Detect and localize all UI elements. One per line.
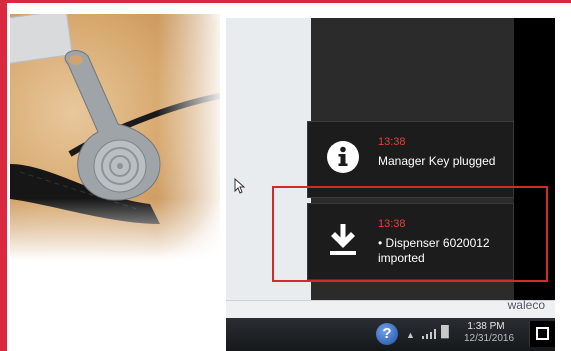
highlight-box — [272, 186, 548, 282]
clock-time: 1:38 PM — [467, 321, 505, 332]
show-desktop-button[interactable] — [529, 321, 555, 347]
tray-expand-icon[interactable]: ▲ — [406, 330, 415, 340]
network-icon[interactable]: █ — [441, 326, 449, 338]
mouse-cursor-icon — [234, 178, 246, 194]
info-icon — [327, 141, 359, 173]
window-bottom-strip — [226, 300, 555, 318]
page: 13:38 Manager Key plugged 13:38 • Dispen… — [0, 0, 571, 351]
clock-date: 12/31/2016 — [464, 333, 515, 344]
left-accent-bar — [0, 0, 7, 351]
photo-fade-overlay — [10, 14, 220, 260]
notification-time: 13:38 — [378, 136, 406, 148]
show-desktop-icon — [536, 327, 549, 340]
top-accent-bar — [0, 0, 571, 3]
help-icon[interactable]: ? — [376, 323, 398, 345]
desktop-screenshot: 13:38 Manager Key plugged 13:38 • Dispen… — [226, 18, 555, 351]
signal-strength-icon[interactable] — [422, 329, 438, 339]
notification-message: Manager Key plugged — [378, 154, 496, 168]
taskbar-clock[interactable]: 1:38 PM 12/31/2016 — [464, 321, 515, 345]
key-fob-photo — [10, 14, 220, 260]
brand-text: waleco — [507, 298, 545, 312]
